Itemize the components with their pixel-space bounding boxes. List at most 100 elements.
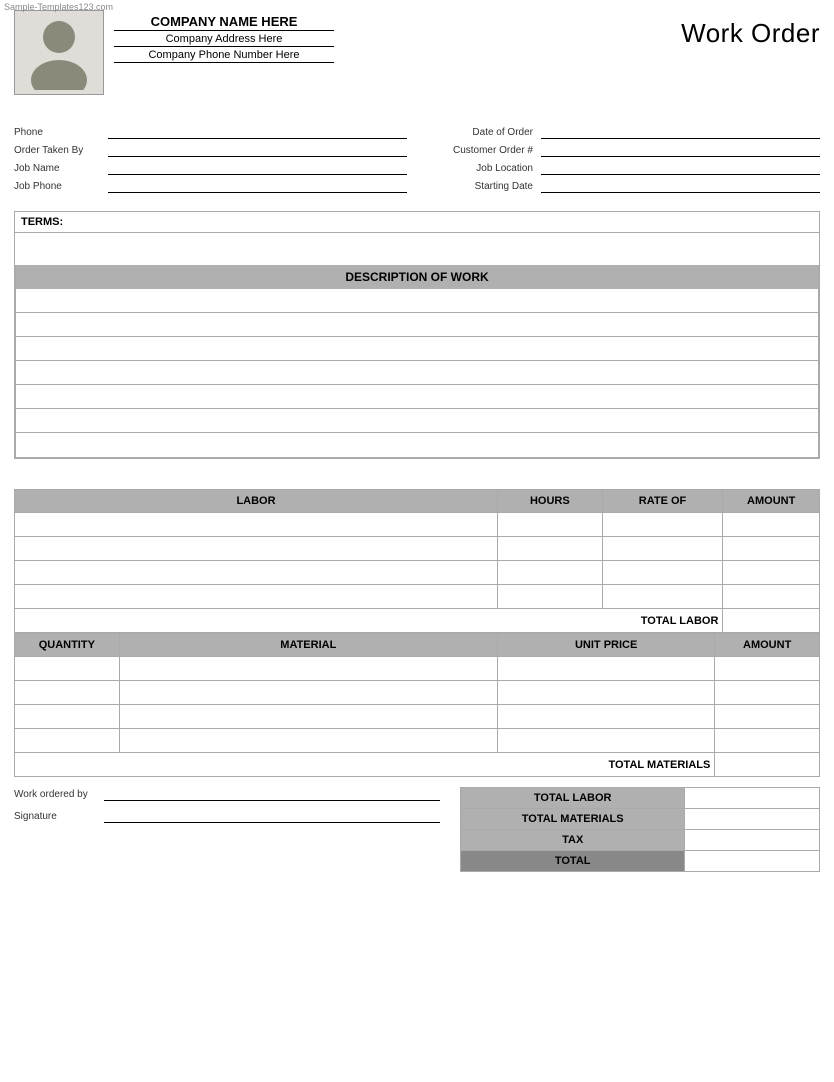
labor-row-2[interactable] — [15, 537, 820, 561]
grand-total-value[interactable] — [685, 851, 820, 872]
form-section: Phone Order Taken By Job Name Job Phone … — [14, 125, 820, 197]
total-materials-value[interactable] — [715, 753, 820, 777]
labor-hours-4[interactable] — [498, 585, 603, 609]
mat-qty-3[interactable] — [15, 705, 120, 729]
date-order-input[interactable] — [541, 125, 820, 139]
watermark: Sample-Templates123.com — [4, 2, 113, 12]
tax-value[interactable] — [685, 830, 820, 851]
labor-total-row: TOTAL LABOR — [15, 609, 820, 633]
labor-col-hours: HOURS — [498, 490, 603, 513]
mat-amount-1[interactable] — [715, 657, 820, 681]
desc-row-2[interactable] — [16, 313, 818, 337]
tax-row: TAX — [461, 830, 820, 851]
labor-row-4[interactable] — [15, 585, 820, 609]
job-name-input[interactable] — [108, 161, 407, 175]
job-location-input[interactable] — [541, 161, 820, 175]
labor-rate-2[interactable] — [602, 537, 723, 561]
mat-amount-2[interactable] — [715, 681, 820, 705]
mat-row-3[interactable] — [15, 705, 820, 729]
labor-hours-3[interactable] — [498, 561, 603, 585]
form-row-customer-order: Customer Order # — [427, 143, 820, 157]
labor-hours-1[interactable] — [498, 513, 603, 537]
signature-input[interactable] — [104, 809, 440, 823]
labor-table: LABOR HOURS RATE OF AMOUNT — [14, 489, 820, 633]
mat-price-2[interactable] — [497, 681, 714, 705]
labor-desc-2[interactable] — [15, 537, 498, 561]
signature-label: Signature — [14, 811, 104, 822]
labor-amount-2[interactable] — [723, 537, 820, 561]
desc-row-1[interactable] — [16, 289, 818, 313]
desc-row-5[interactable] — [16, 385, 818, 409]
form-row-date-order: Date of Order — [427, 125, 820, 139]
company-logo — [14, 10, 104, 95]
customer-order-input[interactable] — [541, 143, 820, 157]
tax-label: TAX — [461, 830, 685, 851]
mat-desc-4[interactable] — [119, 729, 497, 753]
job-location-label: Job Location — [427, 163, 537, 174]
desc-row-7[interactable] — [16, 433, 818, 457]
work-ordered-input[interactable] — [104, 787, 440, 801]
labor-rate-3[interactable] — [602, 561, 723, 585]
form-row-job-name: Job Name — [14, 161, 407, 175]
mat-qty-2[interactable] — [15, 681, 120, 705]
labor-row-3[interactable] — [15, 561, 820, 585]
materials-table: QUANTITY MATERIAL UNIT PRICE AMOUNT — [14, 633, 820, 777]
labor-col-labor: LABOR — [15, 490, 498, 513]
mat-amount-4[interactable] — [715, 729, 820, 753]
mat-price-1[interactable] — [497, 657, 714, 681]
labor-hours-2[interactable] — [498, 537, 603, 561]
starting-date-label: Starting Date — [427, 181, 537, 192]
signature-area: Work ordered by Signature — [14, 787, 460, 831]
mat-price-3[interactable] — [497, 705, 714, 729]
mat-price-4[interactable] — [497, 729, 714, 753]
materials-total-row: TOTAL MATERIALS — [15, 753, 820, 777]
total-labor-summary-value[interactable] — [685, 788, 820, 809]
labor-desc-1[interactable] — [15, 513, 498, 537]
mat-col-amount: AMOUNT — [715, 634, 820, 657]
labor-desc-3[interactable] — [15, 561, 498, 585]
form-row-job-location: Job Location — [427, 161, 820, 175]
total-labor-value[interactable] — [723, 609, 820, 633]
labor-desc-4[interactable] — [15, 585, 498, 609]
labor-amount-4[interactable] — [723, 585, 820, 609]
mat-qty-1[interactable] — [15, 657, 120, 681]
total-materials-summary-row: TOTAL MATERIALS — [461, 809, 820, 830]
mat-amount-3[interactable] — [715, 705, 820, 729]
mat-desc-1[interactable] — [119, 657, 497, 681]
mat-col-quantity: QUANTITY — [15, 634, 120, 657]
labor-rate-4[interactable] — [602, 585, 723, 609]
terms-and-desc-container: TERMS: DESCRIPTION OF WORK — [14, 211, 820, 459]
signature-row: Signature — [14, 809, 440, 823]
starting-date-input[interactable] — [541, 179, 820, 193]
total-materials-summary-value[interactable] — [685, 809, 820, 830]
desc-row-3[interactable] — [16, 337, 818, 361]
total-labor-summary-row: TOTAL LABOR — [461, 788, 820, 809]
order-taken-input[interactable] — [108, 143, 407, 157]
mat-desc-2[interactable] — [119, 681, 497, 705]
mat-desc-3[interactable] — [119, 705, 497, 729]
desc-row-6[interactable] — [16, 409, 818, 433]
desc-row-4[interactable] — [16, 361, 818, 385]
job-phone-input[interactable] — [108, 179, 407, 193]
total-labor-label: TOTAL LABOR — [15, 609, 723, 633]
header-left: COMPANY NAME HERE Company Address Here C… — [14, 10, 334, 95]
phone-input[interactable] — [108, 125, 407, 139]
mat-qty-4[interactable] — [15, 729, 120, 753]
totals-section: Work ordered by Signature TOTAL LABOR TO… — [14, 787, 820, 872]
form-row-phone: Phone — [14, 125, 407, 139]
labor-section: LABOR HOURS RATE OF AMOUNT — [14, 489, 820, 777]
mat-row-4[interactable] — [15, 729, 820, 753]
terms-body[interactable] — [15, 233, 819, 265]
total-materials-label: TOTAL MATERIALS — [15, 753, 715, 777]
mat-row-1[interactable] — [15, 657, 820, 681]
labor-rate-1[interactable] — [602, 513, 723, 537]
form-col-left: Phone Order Taken By Job Name Job Phone — [14, 125, 407, 197]
work-description-rows — [15, 289, 819, 458]
labor-amount-3[interactable] — [723, 561, 820, 585]
form-row-order-taken: Order Taken By — [14, 143, 407, 157]
labor-row-1[interactable] — [15, 513, 820, 537]
terms-header: TERMS: — [15, 212, 819, 233]
mat-row-2[interactable] — [15, 681, 820, 705]
company-address: Company Address Here — [114, 33, 334, 47]
labor-amount-1[interactable] — [723, 513, 820, 537]
